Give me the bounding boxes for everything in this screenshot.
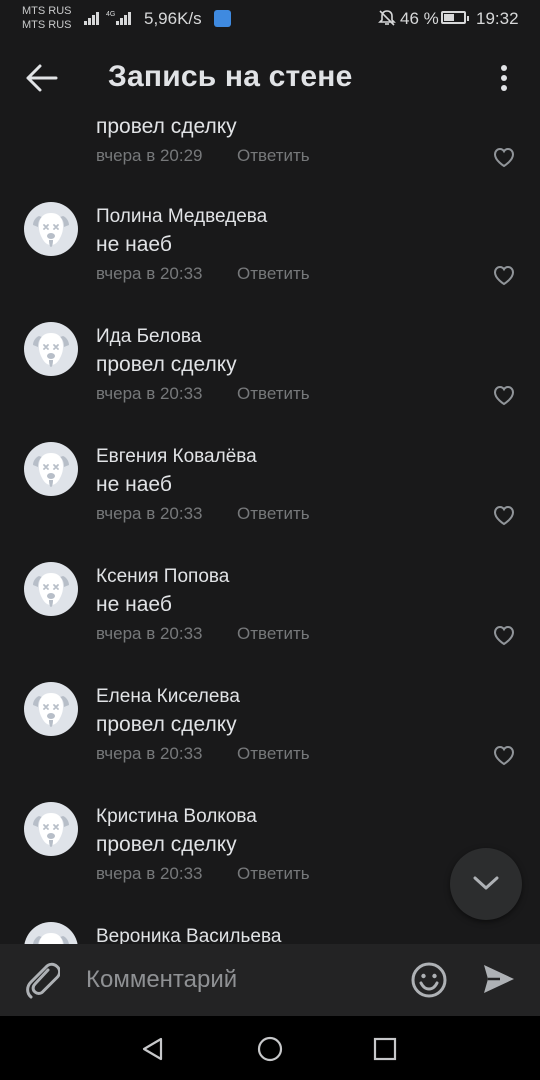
- comment-date: вчера в 20:33: [96, 504, 203, 523]
- comment-date: вчера в 20:33: [96, 864, 203, 883]
- deactivated-dog-icon: [33, 333, 69, 367]
- battery-percent: 46 %: [400, 9, 439, 28]
- comment-text: не наеб: [96, 593, 172, 616]
- avatar[interactable]: [24, 322, 78, 376]
- comments-list[interactable]: провел сделку вчера в 20:29 Ответить Пол…: [0, 118, 540, 945]
- reply-button[interactable]: Ответить: [237, 264, 310, 284]
- comment-text: провел сделку: [96, 353, 237, 376]
- avatar[interactable]: [24, 802, 78, 856]
- comment-item: Полина Медведева не наеб вчера в 20:33 Отве…: [0, 198, 540, 318]
- carrier-1: MTS RUS: [22, 5, 72, 17]
- comment-item: Елена Киселева провел сделку вчера в 20:33…: [0, 678, 540, 798]
- heart-icon[interactable]: [492, 384, 516, 406]
- comment-author[interactable]: Кристина Волкова: [96, 806, 257, 828]
- bell-off-icon: [378, 10, 396, 26]
- send-icon[interactable]: [482, 962, 516, 996]
- app-header: Запись на стене: [0, 38, 540, 118]
- avatar[interactable]: [24, 202, 78, 256]
- page-title: Запись на стене: [108, 60, 353, 93]
- smile-icon[interactable]: [410, 961, 448, 999]
- comment-author[interactable]: Полина Медведева: [96, 206, 267, 228]
- comment-date: вчера в 20:33: [96, 384, 203, 403]
- nav-back-icon[interactable]: [140, 1036, 166, 1062]
- comment-date: вчера в 20:33: [96, 624, 203, 643]
- vpn-shield-icon: [214, 10, 231, 27]
- carrier-labels: MTS RUS MTS RUS: [22, 4, 72, 32]
- comment-text: не наеб: [96, 473, 172, 496]
- chevron-down-icon: [473, 876, 499, 890]
- more-vertical-icon[interactable]: [494, 62, 514, 94]
- comment-author[interactable]: Евгения Ковалёва: [96, 446, 257, 468]
- signal-4g-icon: 4G: [106, 11, 131, 25]
- reply-button[interactable]: Ответить: [237, 384, 310, 404]
- heart-icon[interactable]: [492, 504, 516, 526]
- reply-button[interactable]: Ответить: [237, 146, 310, 166]
- comment-text: не наеб: [96, 233, 172, 256]
- heart-icon[interactable]: [492, 624, 516, 646]
- avatar[interactable]: [24, 562, 78, 616]
- clock: 19:32: [476, 9, 519, 28]
- reply-button[interactable]: Ответить: [237, 624, 310, 644]
- nav-home-icon[interactable]: [257, 1036, 283, 1062]
- comment-date: вчера в 20:33: [96, 264, 203, 283]
- heart-icon[interactable]: [492, 744, 516, 766]
- deactivated-dog-icon: [33, 933, 69, 945]
- reply-button[interactable]: Ответить: [237, 744, 310, 764]
- comment-item: Евгения Ковалёва не наеб вчера в 20:33 Отве…: [0, 438, 540, 558]
- comment-author[interactable]: Ида Белова: [96, 326, 201, 348]
- deactivated-dog-icon: [33, 213, 69, 247]
- comment-item: Ида Белова провел сделку вчера в 20:33 Отве…: [0, 318, 540, 438]
- avatar[interactable]: [24, 922, 78, 945]
- status-bar: MTS RUS MTS RUS 4G 5,96K/s 46 % 19:32: [0, 0, 540, 38]
- comment-text: провел сделку: [96, 713, 237, 736]
- battery-icon: [441, 11, 469, 24]
- deactivated-dog-icon: [33, 453, 69, 487]
- comment-author[interactable]: Вероника Васильева: [96, 926, 281, 945]
- signal-icon: [84, 12, 99, 25]
- comment-item: Вероника Васильева: [0, 918, 540, 945]
- paperclip-icon[interactable]: [24, 960, 60, 1000]
- comment-input[interactable]: [86, 962, 386, 998]
- heart-icon[interactable]: [492, 264, 516, 286]
- net-speed: 5,96K/s: [144, 9, 202, 28]
- comment-text: провел сделку: [96, 118, 237, 138]
- nav-recent-icon[interactable]: [373, 1037, 397, 1061]
- heart-icon[interactable]: [492, 146, 516, 168]
- avatar[interactable]: [24, 442, 78, 496]
- deactivated-dog-icon: [33, 693, 69, 727]
- comment-author[interactable]: Елена Киселева: [96, 686, 240, 708]
- deactivated-dog-icon: [33, 813, 69, 847]
- comment-item: Ксения Попова не наеб вчера в 20:33 Ответит…: [0, 558, 540, 678]
- system-nav-bar: [0, 1016, 540, 1080]
- comment-item: провел сделку вчера в 20:29 Ответить: [0, 118, 540, 178]
- comment-composer: [0, 944, 540, 1016]
- scroll-down-button[interactable]: [450, 848, 522, 920]
- carrier-2: MTS RUS: [22, 19, 72, 31]
- avatar[interactable]: [24, 682, 78, 736]
- reply-button[interactable]: Ответить: [237, 864, 310, 884]
- arrow-back-icon[interactable]: [22, 60, 62, 96]
- comment-date: вчера в 20:29: [96, 146, 203, 165]
- svg-text:4G: 4G: [106, 11, 115, 18]
- comment-text: провел сделку: [96, 833, 237, 856]
- comment-author[interactable]: Ксения Попова: [96, 566, 229, 588]
- comment-date: вчера в 20:33: [96, 744, 203, 763]
- deactivated-dog-icon: [33, 573, 69, 607]
- reply-button[interactable]: Ответить: [237, 504, 310, 524]
